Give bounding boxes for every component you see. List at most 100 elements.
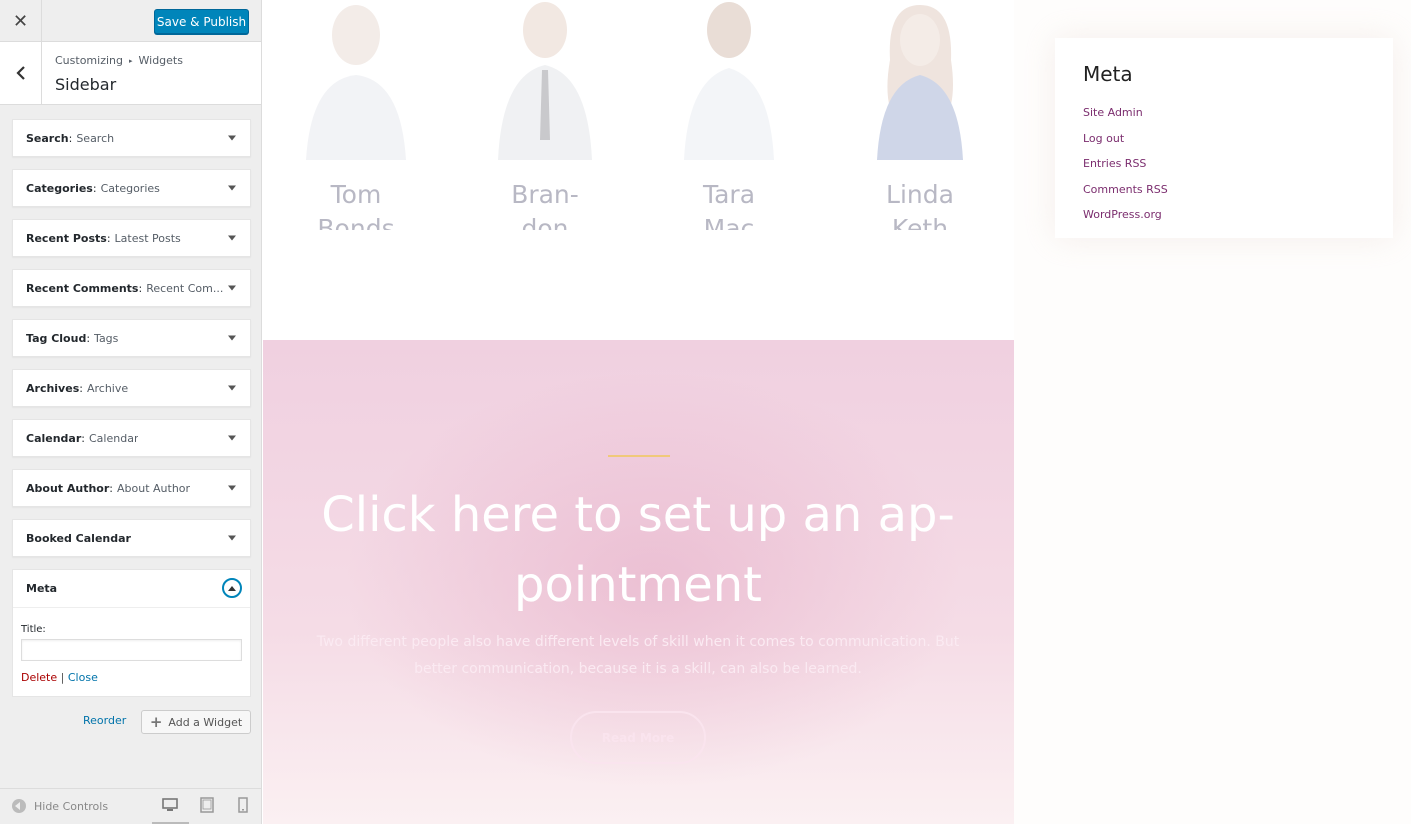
team-member[interactable]: Bran- don xyxy=(470,0,620,230)
widget-colon: : xyxy=(68,131,73,145)
widget-title: About Author xyxy=(117,481,191,495)
widget-meta-expanded: Meta Title: Delete | Close xyxy=(12,569,251,697)
meta-link-entries-rss[interactable]: Entries RSS xyxy=(1083,151,1168,177)
expand-arrow-icon[interactable] xyxy=(228,285,236,291)
actions-separator: | xyxy=(60,671,65,684)
widget-colon: : xyxy=(92,181,97,195)
widget-actions: Delete | Close xyxy=(21,671,242,684)
close-icon[interactable]: ✕ xyxy=(0,0,42,42)
team-photo xyxy=(498,2,592,160)
sidebar-meta-widget: Meta Site Admin Log out Entries RSS Comm… xyxy=(1055,38,1393,238)
add-widget-label: Add a Widget xyxy=(168,715,243,729)
breadcrumb-separator-icon: ▸ xyxy=(128,56,133,65)
breadcrumb: Customizing ▸ Widgets xyxy=(55,54,183,67)
plus-icon: + xyxy=(149,713,163,731)
widget-colon: : xyxy=(106,231,111,245)
expand-arrow-icon[interactable] xyxy=(228,535,236,541)
widget-search[interactable]: Search: Search xyxy=(12,119,251,157)
site-preview: Tom Bonds Bran- don Tara Mac Linda Keth … xyxy=(263,0,1411,824)
widget-tag-cloud[interactable]: Tag Cloud: Tags xyxy=(12,319,251,357)
widget-colon: : xyxy=(81,431,85,445)
widget-name: Archives xyxy=(26,381,80,395)
chevron-left-icon xyxy=(15,66,25,80)
expand-arrow-icon[interactable] xyxy=(228,335,236,341)
desktop-preview-icon[interactable] xyxy=(162,797,178,813)
meta-link-wordpress-org[interactable]: WordPress.org xyxy=(1083,202,1168,228)
widget-meta-form: Title: Delete | Close xyxy=(13,608,250,696)
widget-title: Recent Com... xyxy=(146,281,224,295)
meta-link-site-admin[interactable]: Site Admin xyxy=(1083,100,1168,126)
meta-link-comments-rss[interactable]: Comments RSS xyxy=(1083,177,1168,203)
team-photo xyxy=(684,2,774,160)
widget-name: Categories xyxy=(26,181,93,195)
collapse-arrow-icon[interactable] xyxy=(222,578,242,598)
customizer-footer: Hide Controls xyxy=(0,788,261,824)
widget-name: Search xyxy=(26,131,69,145)
widget-colon: : xyxy=(109,481,113,495)
expand-arrow-icon[interactable] xyxy=(228,185,236,191)
read-more-button[interactable]: Read More xyxy=(570,711,706,764)
expand-arrow-icon[interactable] xyxy=(228,135,236,141)
customizer-screen: ✕ Save & Publish Customizing ▸ Widgets S… xyxy=(0,0,1411,824)
widget-title: Tags xyxy=(94,331,119,345)
tablet-preview-icon[interactable] xyxy=(199,797,215,813)
breadcrumb-root: Customizing xyxy=(55,54,123,67)
widget-archives[interactable]: Archives: Archive xyxy=(12,369,251,407)
appointment-hero: Click here to set up an ap- pointment Tw… xyxy=(263,340,1014,824)
widget-name: Meta xyxy=(26,582,58,595)
customizer-panel: ✕ Save & Publish Customizing ▸ Widgets S… xyxy=(0,0,262,824)
widget-title: Search xyxy=(76,131,115,145)
widget-recent-comments[interactable]: Recent Comments: Recent Com... xyxy=(12,269,251,307)
team-member[interactable]: Tom Bonds xyxy=(281,0,431,230)
team-member[interactable]: Tara Mac xyxy=(654,0,804,230)
widget-name: Calendar xyxy=(26,431,82,445)
team-member-name: Bran- don xyxy=(511,180,579,230)
widget-name: About Author xyxy=(26,481,110,495)
widget-name: Tag Cloud xyxy=(26,331,87,345)
hero-title[interactable]: Click here to set up an ap- pointment xyxy=(293,480,983,620)
hero-text: Two different people also have different… xyxy=(316,634,960,677)
widget-name: Booked Calendar xyxy=(26,531,131,545)
widget-recent-posts[interactable]: Recent Posts: Latest Posts xyxy=(12,219,251,257)
meta-links: Site Admin Log out Entries RSS Comments … xyxy=(1083,100,1168,228)
title-input[interactable] xyxy=(21,639,242,661)
widget-meta-header[interactable]: Meta xyxy=(13,570,250,608)
title-label: Title: xyxy=(21,624,46,635)
hide-controls-button[interactable]: Hide Controls xyxy=(12,799,108,813)
close-link[interactable]: Close xyxy=(68,671,98,684)
breadcrumb-section: Widgets xyxy=(138,54,183,67)
widget-colon: : xyxy=(79,381,83,395)
expand-arrow-icon[interactable] xyxy=(228,485,236,491)
reorder-link[interactable]: Reorder xyxy=(83,714,126,727)
widget-title: Archive xyxy=(86,381,129,395)
hero-divider xyxy=(608,455,670,457)
section-header: Customizing ▸ Widgets Sidebar xyxy=(0,42,261,105)
widget-name: Recent Posts xyxy=(26,231,107,245)
preview-main-column: Tom Bonds Bran- don Tara Mac Linda Keth … xyxy=(263,0,1014,824)
meta-widget-title: Meta xyxy=(1083,62,1133,86)
widget-list: Search: Search Categories: Categories Re… xyxy=(12,119,251,697)
team-member-name: Linda Keth xyxy=(886,180,954,230)
save-publish-button[interactable]: Save & Publish xyxy=(154,9,249,34)
team-member-name: Tom Bonds xyxy=(317,180,395,230)
team-photo xyxy=(877,5,963,160)
widget-calendar[interactable]: Calendar: Calendar xyxy=(12,419,251,457)
widget-about-author[interactable]: About Author: About Author xyxy=(12,469,251,507)
expand-arrow-icon[interactable] xyxy=(228,385,236,391)
widget-title: Calendar xyxy=(89,431,139,445)
widget-booked-calendar[interactable]: Booked Calendar xyxy=(12,519,251,557)
meta-link-log-out[interactable]: Log out xyxy=(1083,126,1168,152)
expand-arrow-icon[interactable] xyxy=(228,435,236,441)
widget-title: Latest Posts xyxy=(114,231,181,245)
widget-colon: : xyxy=(86,331,91,345)
delete-link[interactable]: Delete xyxy=(21,671,57,684)
back-button[interactable] xyxy=(0,42,42,104)
team-section: Tom Bonds Bran- don Tara Mac Linda Keth xyxy=(263,0,1014,230)
add-widget-button[interactable]: + Add a Widget xyxy=(141,710,251,734)
team-member[interactable]: Linda Keth xyxy=(845,0,995,230)
expand-arrow-icon[interactable] xyxy=(228,235,236,241)
widget-categories[interactable]: Categories: Categories xyxy=(12,169,251,207)
team-photo xyxy=(306,5,406,160)
mobile-preview-icon[interactable] xyxy=(235,797,251,813)
widget-title: Categories xyxy=(100,181,160,195)
